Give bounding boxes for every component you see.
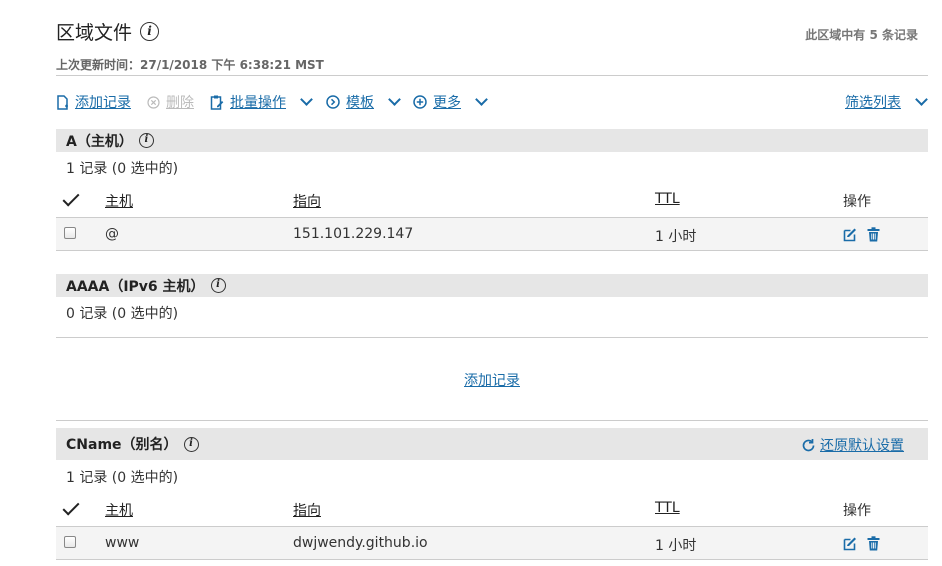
- last-updated: 上次更新时间：27/1/2018 下午 6:38:21 MST: [56, 58, 324, 72]
- chevron-down-icon: [475, 93, 488, 106]
- row-host: www: [105, 535, 140, 551]
- filter-list-label: 筛选列表: [845, 95, 901, 111]
- row-ttl: 1 小时: [655, 538, 697, 554]
- chevron-down-icon: [300, 93, 313, 106]
- info-icon[interactable]: i: [138, 133, 154, 148]
- clipboard-edit-icon: [210, 95, 224, 110]
- filter-list-button[interactable]: 筛选列表: [845, 92, 928, 112]
- add-file-icon: [57, 94, 68, 110]
- column-ttl[interactable]: TTL: [655, 191, 680, 207]
- edit-icon[interactable]: [843, 227, 858, 242]
- bulk-actions-button[interactable]: 批量操作: [210, 92, 315, 112]
- section-aaaa-header: AAAA（IPv6 主机） i: [56, 274, 928, 297]
- refresh-icon: [802, 438, 815, 451]
- section-aaaa-summary: 0 记录 (0 选中的): [66, 306, 179, 322]
- section-a-header: A（主机） i: [56, 129, 928, 152]
- template-button[interactable]: 模板: [326, 92, 403, 112]
- row-host: @: [105, 226, 119, 242]
- divider: [56, 75, 928, 76]
- section-a-summary: 1 记录 (0 选中的): [66, 161, 179, 177]
- table-row: @ 151.101.229.147 1 小时: [56, 217, 928, 251]
- section-aaaa-title: AAAA（IPv6 主机）: [66, 278, 205, 295]
- edit-icon[interactable]: [843, 536, 858, 551]
- divider: [56, 337, 928, 338]
- delete-button[interactable]: 删除: [147, 92, 194, 112]
- info-icon[interactable]: i: [140, 22, 160, 41]
- template-label: 模板: [346, 95, 374, 111]
- column-points-to[interactable]: 指向: [293, 500, 321, 520]
- row-checkbox[interactable]: [64, 536, 76, 548]
- info-icon[interactable]: i: [210, 278, 226, 293]
- row-checkbox[interactable]: [64, 227, 76, 239]
- page-title-text: 区域文件: [56, 22, 133, 44]
- reset-defaults-button[interactable]: 还原默认设置: [801, 435, 904, 455]
- reset-defaults-label: 还原默认设置: [820, 438, 904, 454]
- table-row: www dwjwendy.github.io 1 小时: [56, 526, 928, 560]
- info-icon[interactable]: i: [183, 436, 199, 452]
- section-cname-summary: 1 记录 (0 选中的): [66, 470, 179, 486]
- row-points-to: dwjwendy.github.io: [293, 535, 428, 551]
- row-points-to: 151.101.229.147: [293, 226, 414, 242]
- circle-x-icon: [147, 95, 160, 109]
- add-record-link[interactable]: 添加记录: [464, 370, 520, 390]
- trash-icon[interactable]: [867, 536, 880, 551]
- bulk-actions-label: 批量操作: [230, 95, 286, 111]
- column-ttl[interactable]: TTL: [655, 500, 680, 516]
- plus-circle-icon: [413, 95, 427, 109]
- more-button[interactable]: 更多: [413, 92, 490, 112]
- column-actions: 操作: [843, 194, 871, 210]
- chevron-down-icon: [915, 93, 928, 106]
- section-cname-title: CName（别名）: [66, 437, 178, 453]
- record-count: 此区域中有 5 条记录: [805, 28, 918, 42]
- add-record-button[interactable]: 添加记录: [56, 92, 131, 112]
- divider: [56, 420, 928, 421]
- column-host[interactable]: 主机: [105, 191, 133, 211]
- column-points-to[interactable]: 指向: [293, 191, 321, 211]
- add-record-label: 添加记录: [75, 95, 131, 111]
- circle-chevron-icon: [326, 95, 340, 109]
- page-title: 区域文件 i: [56, 18, 160, 45]
- section-a-title: A（主机）: [66, 133, 133, 150]
- chevron-down-icon: [388, 93, 401, 106]
- column-host[interactable]: 主机: [105, 500, 133, 520]
- trash-icon[interactable]: [867, 227, 880, 242]
- delete-label: 删除: [166, 95, 194, 111]
- more-label: 更多: [433, 95, 461, 111]
- select-all-check-icon[interactable]: [62, 498, 80, 516]
- row-ttl: 1 小时: [655, 229, 697, 245]
- column-actions: 操作: [843, 503, 871, 519]
- toolbar: 添加记录 删除 批量操作 模板 更多 筛选列表: [56, 92, 928, 112]
- section-cname-header: CName（别名） i 还原默认设置: [56, 428, 928, 460]
- select-all-check-icon[interactable]: [62, 189, 80, 207]
